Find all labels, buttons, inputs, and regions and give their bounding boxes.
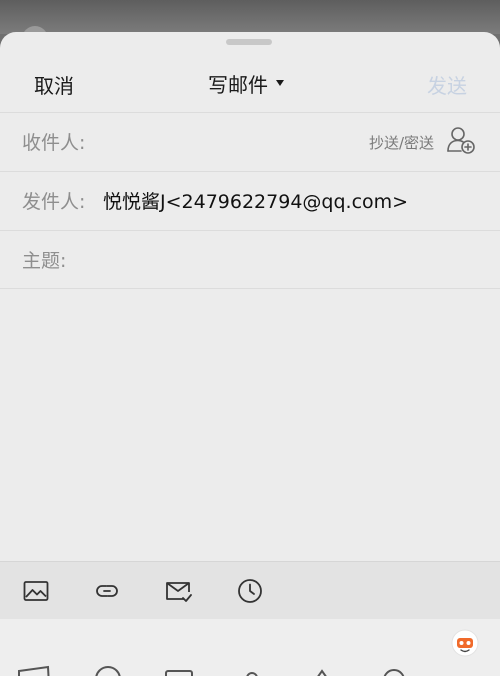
clipboard-icon[interactable] — [163, 665, 195, 676]
link-icon[interactable] — [93, 577, 121, 605]
from-field-row[interactable]: 发件人: 悦悦酱J<2479622794@qq.com> — [0, 171, 500, 229]
to-field-row[interactable]: 收件人: 抄送/密送 — [0, 112, 500, 170]
add-contact-icon[interactable] — [446, 125, 476, 155]
compose-title-dropdown[interactable]: 写邮件 — [208, 69, 284, 97]
sheet-grab-handle[interactable] — [226, 39, 272, 45]
voice-icon[interactable] — [236, 665, 268, 676]
compose-sheet: 取消 写邮件 发送 收件人: 抄送/密送 发件人: 悦悦酱J<247962279… — [0, 32, 500, 676]
keyboard-preview-area — [0, 619, 500, 676]
mail-check-icon[interactable] — [164, 577, 192, 605]
subject-field-label: 主题: — [22, 250, 67, 272]
from-field-value: 悦悦酱J<2479622794@qq.com> — [103, 191, 409, 213]
to-field-label: 收件人: — [22, 132, 86, 154]
floating-assistant-icon[interactable] — [451, 629, 479, 657]
mail-body-input[interactable] — [0, 288, 500, 561]
page-title: 写邮件 — [208, 72, 268, 97]
edit-tool-icon[interactable] — [306, 665, 338, 676]
clock-icon[interactable] — [236, 577, 264, 605]
cancel-button[interactable]: 取消 — [34, 70, 74, 99]
image-icon[interactable] — [22, 577, 50, 605]
search-tool-icon[interactable] — [378, 665, 410, 676]
cc-bcc-link[interactable]: 抄送/密送 — [369, 132, 434, 153]
from-field-label: 发件人: — [22, 191, 86, 213]
compose-nav-bar: 取消 写邮件 发送 — [0, 54, 500, 112]
emoji-icon[interactable] — [92, 665, 124, 676]
caret-down-icon — [276, 80, 284, 86]
compose-toolbar — [0, 561, 500, 620]
status-backdrop — [0, 0, 500, 40]
send-button[interactable]: 发送 — [427, 70, 467, 99]
subject-field-row[interactable]: 主题: — [0, 230, 500, 288]
keyboard-tool-icon[interactable] — [18, 665, 50, 676]
